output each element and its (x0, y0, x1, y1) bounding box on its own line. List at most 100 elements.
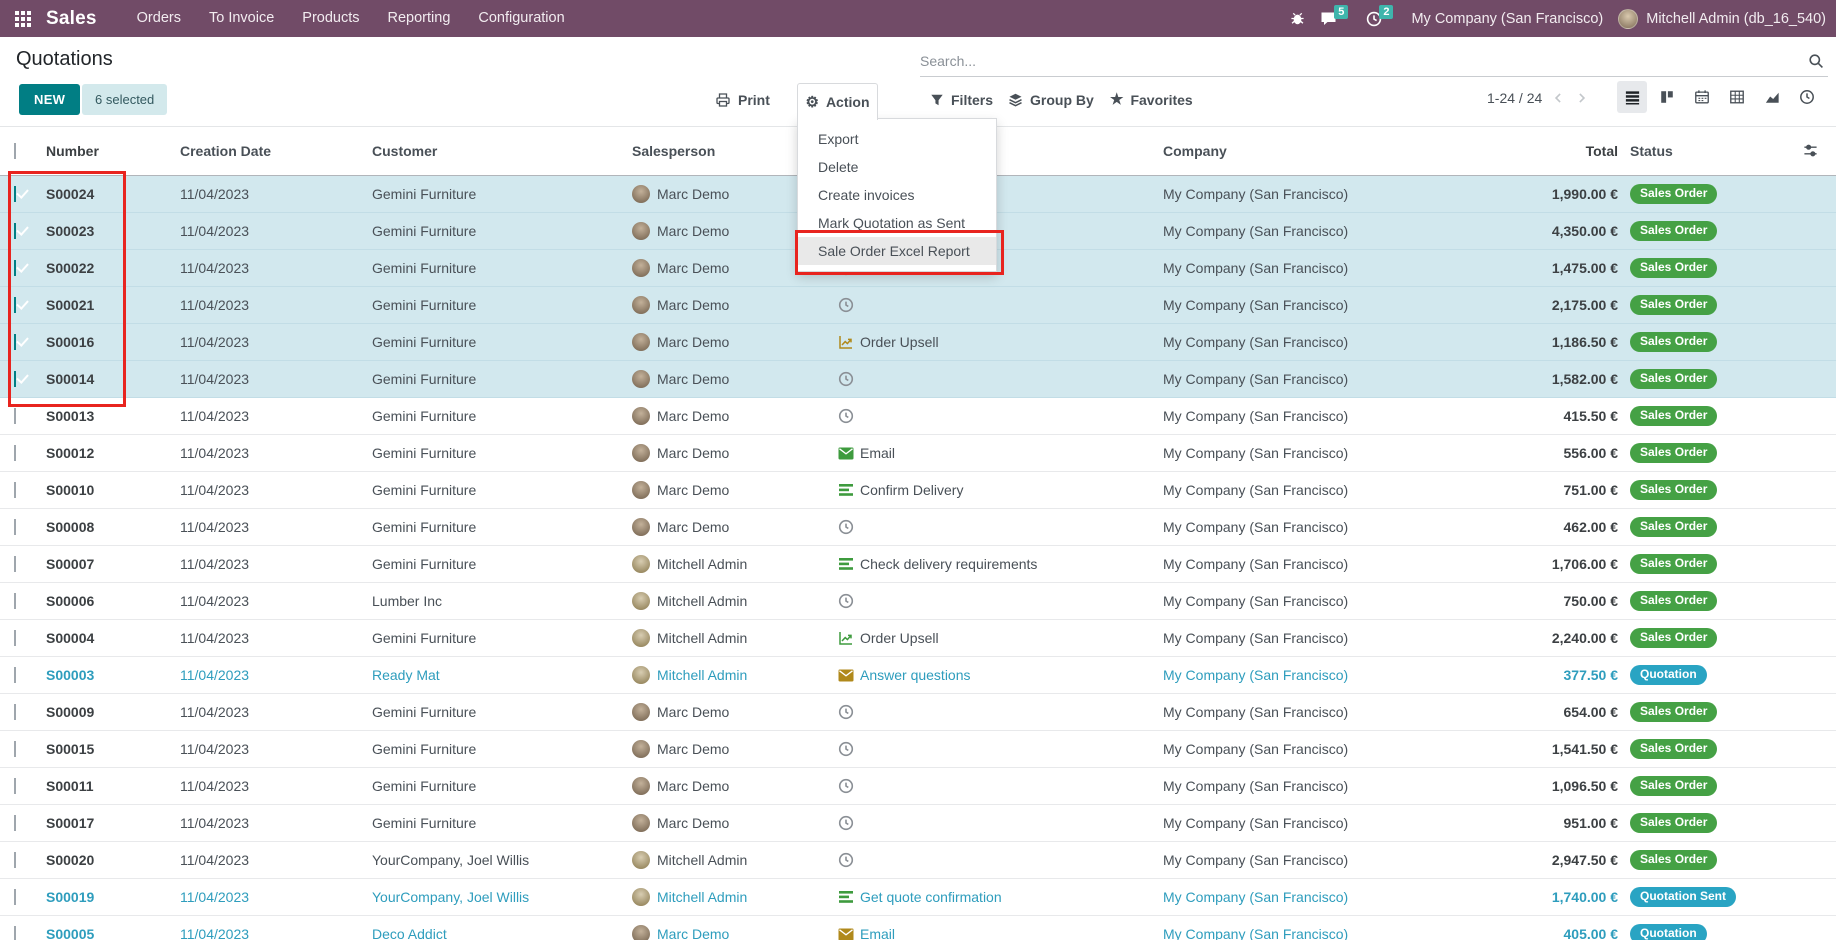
activity-cell[interactable] (838, 519, 1163, 535)
activity-cell[interactable] (838, 297, 1163, 313)
action-menu-item[interactable]: Export (798, 125, 996, 153)
table-row[interactable]: S00013 11/04/2023 Gemini Furniture Marc … (0, 398, 1836, 435)
list-view-icon[interactable] (1617, 81, 1647, 113)
search-icon[interactable] (1808, 53, 1824, 69)
optional-columns-icon[interactable] (1803, 143, 1818, 158)
table-row[interactable]: S00008 11/04/2023 Gemini Furniture Marc … (0, 509, 1836, 546)
nav-menu-item[interactable]: Configuration (464, 0, 578, 37)
pager-next-icon[interactable] (1575, 91, 1588, 105)
selected-count-badge[interactable]: 6 selected (82, 84, 167, 115)
kanban-view-icon[interactable] (1652, 81, 1682, 113)
row-checkbox[interactable] (14, 334, 16, 350)
row-checkbox[interactable] (14, 186, 16, 202)
row-checkbox[interactable] (14, 223, 16, 239)
action-menu-item[interactable]: Create invoices (798, 181, 996, 209)
clock-activity-icon[interactable] (838, 741, 854, 757)
row-checkbox[interactable] (14, 926, 16, 940)
clock-activity-icon[interactable] (838, 519, 854, 535)
activity-cell[interactable] (838, 852, 1163, 868)
table-row[interactable]: S00011 11/04/2023 Gemini Furniture Marc … (0, 768, 1836, 805)
row-checkbox[interactable] (14, 482, 16, 498)
email-activity-icon[interactable] (838, 447, 854, 460)
debug-bug-icon[interactable] (1290, 11, 1305, 26)
list-activity-icon[interactable] (838, 890, 854, 904)
activity-cell[interactable] (838, 741, 1163, 757)
table-row[interactable]: S00015 11/04/2023 Gemini Furniture Marc … (0, 731, 1836, 768)
activities-clock-icon[interactable]: 2 (1366, 11, 1396, 27)
graph-view-icon[interactable] (1757, 81, 1787, 113)
table-row[interactable]: S00007 11/04/2023 Gemini Furniture Mitch… (0, 546, 1836, 583)
activity-cell[interactable] (838, 371, 1163, 387)
clock-activity-icon[interactable] (838, 815, 854, 831)
row-checkbox[interactable] (14, 371, 16, 387)
row-checkbox[interactable] (14, 741, 16, 757)
table-row[interactable]: S00016 11/04/2023 Gemini Furniture Marc … (0, 324, 1836, 361)
header-total[interactable]: Total (1453, 143, 1618, 159)
table-row[interactable]: S00009 11/04/2023 Gemini Furniture Marc … (0, 694, 1836, 731)
activity-cell[interactable]: Email (838, 926, 1163, 940)
action-menu-item[interactable]: Delete (798, 153, 996, 181)
nav-menu-item[interactable]: To Invoice (195, 0, 288, 37)
app-name[interactable]: Sales (46, 8, 97, 30)
table-row[interactable]: S00003 11/04/2023 Ready Mat Mitchell Adm… (0, 657, 1836, 694)
filters-button[interactable]: Filters (930, 84, 993, 115)
nav-menu-item[interactable]: Products (288, 0, 373, 37)
header-number[interactable]: Number (46, 143, 180, 159)
user-menu[interactable]: Mitchell Admin (db_16_540) (1618, 9, 1826, 29)
table-row[interactable]: S00020 11/04/2023 YourCompany, Joel Will… (0, 842, 1836, 879)
row-checkbox[interactable] (14, 519, 16, 535)
table-row[interactable]: S00019 11/04/2023 YourCompany, Joel Will… (0, 879, 1836, 916)
row-checkbox[interactable] (14, 556, 16, 572)
pager-previous-icon[interactable] (1552, 91, 1565, 105)
select-all-checkbox[interactable] (14, 143, 16, 159)
clock-activity-icon[interactable] (838, 704, 854, 720)
activity-cell[interactable]: Confirm Delivery (838, 482, 1163, 498)
action-menu-item[interactable]: Sale Order Excel Report (798, 237, 996, 265)
activity-cell[interactable] (838, 815, 1163, 831)
header-creation-date[interactable]: Creation Date (180, 143, 372, 159)
row-checkbox[interactable] (14, 445, 16, 461)
row-checkbox[interactable] (14, 704, 16, 720)
search-input[interactable] (920, 53, 1808, 69)
row-checkbox[interactable] (14, 260, 16, 276)
new-button[interactable]: NEW (19, 84, 80, 115)
pivot-view-icon[interactable] (1722, 81, 1752, 113)
row-checkbox[interactable] (14, 815, 16, 831)
clock-activity-icon[interactable] (838, 297, 854, 313)
activity-cell[interactable] (838, 704, 1163, 720)
email-activity-icon[interactable] (838, 928, 854, 940)
row-checkbox[interactable] (14, 778, 16, 794)
search-bar[interactable] (920, 45, 1828, 77)
activity-cell[interactable]: Get quote confirmation (838, 889, 1163, 905)
clock-activity-icon[interactable] (838, 852, 854, 868)
row-checkbox[interactable] (14, 593, 16, 609)
row-checkbox[interactable] (14, 667, 16, 683)
nav-menu-item[interactable]: Orders (123, 0, 195, 37)
table-row[interactable]: S00005 11/04/2023 Deco Addict Marc Demo … (0, 916, 1836, 940)
row-checkbox[interactable] (14, 297, 16, 313)
activity-view-icon[interactable] (1792, 81, 1822, 113)
table-row[interactable]: S00014 11/04/2023 Gemini Furniture Marc … (0, 361, 1836, 398)
favorites-button[interactable]: ★ Favorites (1110, 84, 1193, 115)
activity-cell[interactable] (838, 593, 1163, 609)
action-menu-item[interactable]: Mark Quotation as Sent (798, 209, 996, 237)
apps-grid-icon[interactable] (0, 0, 46, 37)
chart-activity-icon[interactable] (838, 630, 854, 646)
table-row[interactable]: S00012 11/04/2023 Gemini Furniture Marc … (0, 435, 1836, 472)
list-activity-icon[interactable] (838, 483, 854, 497)
table-row[interactable]: S00021 11/04/2023 Gemini Furniture Marc … (0, 287, 1836, 324)
table-row[interactable]: S00004 11/04/2023 Gemini Furniture Mitch… (0, 620, 1836, 657)
row-checkbox[interactable] (14, 630, 16, 646)
messages-icon[interactable]: 5 (1320, 11, 1351, 27)
activity-cell[interactable] (838, 408, 1163, 424)
company-switcher[interactable]: My Company (San Francisco) (1411, 11, 1603, 27)
clock-activity-icon[interactable] (838, 593, 854, 609)
table-row[interactable]: S00017 11/04/2023 Gemini Furniture Marc … (0, 805, 1836, 842)
clock-activity-icon[interactable] (838, 371, 854, 387)
group-by-button[interactable]: Group By (1008, 84, 1094, 115)
row-checkbox[interactable] (14, 852, 16, 868)
row-checkbox[interactable] (14, 889, 16, 905)
activity-cell[interactable]: Answer questions (838, 667, 1163, 683)
clock-activity-icon[interactable] (838, 778, 854, 794)
activity-cell[interactable]: Order Upsell (838, 334, 1163, 350)
